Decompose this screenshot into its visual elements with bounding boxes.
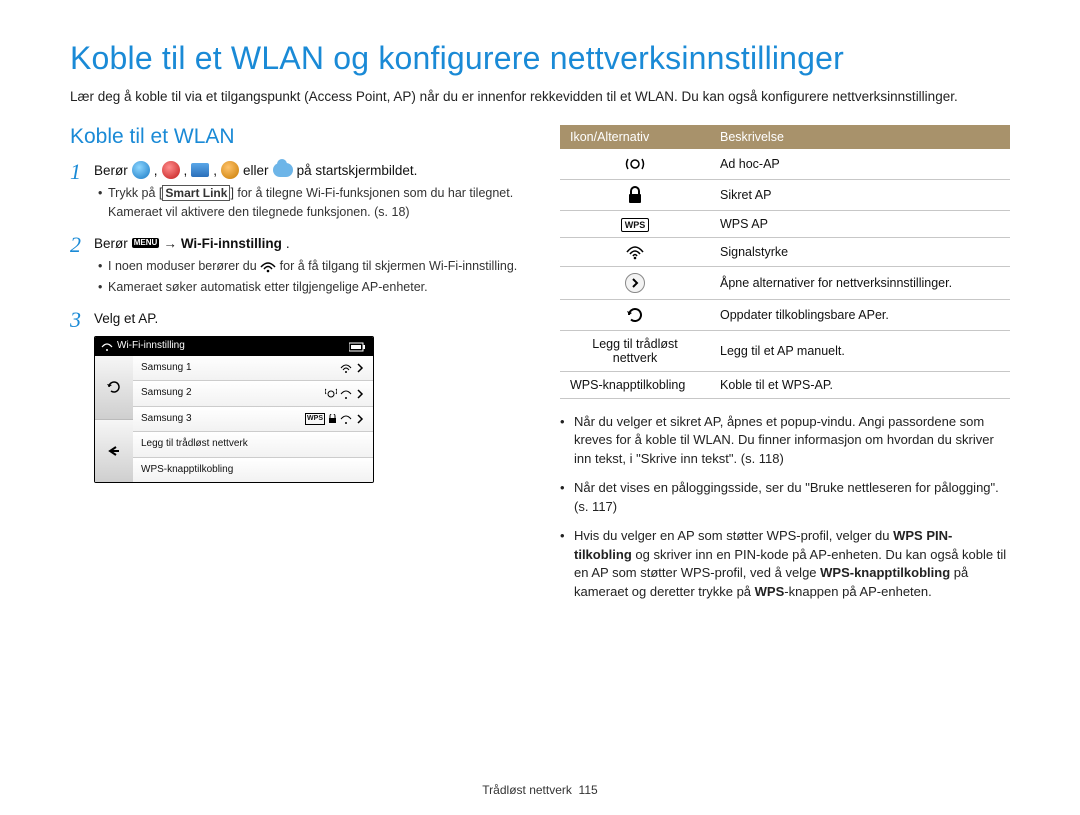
arrow: →	[163, 234, 177, 254]
table-header-desc: Beskrivelse	[710, 125, 1010, 149]
step2-text-pre: Berør	[94, 234, 128, 254]
cloud-icon	[273, 163, 293, 177]
wps-badge-icon: WPS	[621, 218, 650, 232]
step2-bullet1: I noen moduser berører du for å få tilga…	[98, 257, 520, 276]
adhoc-icon	[625, 155, 645, 173]
refresh-icon	[106, 379, 122, 395]
battery-icon	[349, 342, 367, 352]
device-screenshot: Wi-Fi-innstilling	[94, 336, 374, 483]
table-row: Åpne alternativer for nettverksinnstilli…	[560, 266, 1010, 299]
step1-bullet: Trykk på [Smart Link] for å tilegne Wi-F…	[98, 184, 520, 222]
section-subtitle: Koble til et WLAN	[70, 125, 520, 149]
wifi-icon	[260, 261, 276, 273]
step-number: 1	[70, 161, 94, 224]
step-number: 3	[70, 309, 94, 484]
ap-row[interactable]: Samsung 1	[133, 356, 373, 382]
refresh-button[interactable]	[95, 356, 133, 420]
red-circle-icon	[162, 161, 180, 179]
wps-badge-icon: WPS	[305, 413, 325, 425]
tools-icon	[221, 161, 239, 179]
wifi-icon	[340, 389, 352, 399]
chevron-right-icon	[355, 389, 365, 399]
device-title: Wi-Fi-innstilling	[117, 339, 185, 354]
chevron-right-icon	[355, 363, 365, 373]
table-header-icon: Ikon/Alternativ	[560, 125, 710, 149]
lock-icon	[328, 414, 337, 424]
table-row: WPS WPS AP	[560, 210, 1010, 237]
table-row: WPS-knapptilkobling Koble til et WPS-AP.	[560, 371, 1010, 398]
intro-text: Lær deg å koble til via et tilgangspunkt…	[70, 87, 1010, 107]
wifi-icon	[340, 414, 352, 424]
wifi-icon	[340, 363, 352, 373]
options-table: Ikon/Alternativ Beskrivelse Ad hoc-AP Si…	[560, 125, 1010, 399]
step-number: 2	[70, 234, 94, 299]
add-network-row[interactable]: Legg til trådløst nettverk	[133, 432, 373, 458]
menu-icon: MENU	[132, 238, 160, 248]
adhoc-icon	[325, 388, 337, 400]
ap-row[interactable]: Samsung 3 WPS	[133, 407, 373, 433]
step1-text-mid: eller	[243, 161, 269, 181]
table-row: Ad hoc-AP	[560, 149, 1010, 180]
info-bullet: Når det vises en påloggingsside, ser du …	[560, 479, 1010, 517]
back-button[interactable]	[95, 420, 133, 483]
wps-button-row[interactable]: WPS-knapptilkobling	[133, 458, 373, 483]
table-row: Signalstyrke	[560, 237, 1010, 266]
back-arrow-icon	[106, 444, 122, 458]
refresh-icon	[626, 306, 644, 324]
table-row: Oppdater tilkoblingsbare APer.	[560, 299, 1010, 330]
chevron-right-icon	[625, 273, 645, 293]
ap-row[interactable]: Samsung 2	[133, 381, 373, 407]
info-bullet: Hvis du velger en AP som støtter WPS-pro…	[560, 527, 1010, 602]
lock-icon	[627, 186, 643, 204]
table-row: Legg til trådløst nettverk Legg til et A…	[560, 330, 1010, 371]
flag-icon	[191, 163, 209, 177]
wifi-icon	[101, 342, 113, 352]
step1-text-post: på startskjermbildet.	[297, 161, 418, 181]
wifi-icon	[625, 244, 645, 260]
globe-icon	[132, 161, 150, 179]
info-bullet: Når du velger et sikret AP, åpnes et pop…	[560, 413, 1010, 470]
step-1: 1 Berør , , , eller på startskjermbildet…	[70, 161, 520, 224]
page-title: Koble til et WLAN og konfigurere nettver…	[70, 40, 1010, 77]
step2-bullet2: Kameraet søker automatisk etter tilgjeng…	[98, 278, 520, 297]
step-2: 2 Berør MENU → Wi-Fi-innstilling. I noen…	[70, 234, 520, 299]
step-3: 3 Velg et AP. Wi-Fi-innstilling	[70, 309, 520, 484]
page-footer: Trådløst nettverk 115	[0, 783, 1080, 797]
table-row: Sikret AP	[560, 179, 1010, 210]
step1-text-pre: Berør	[94, 161, 128, 181]
step3-text: Velg et AP.	[94, 311, 158, 326]
chevron-right-icon	[355, 414, 365, 424]
wifi-setting-label: Wi-Fi-innstilling	[181, 234, 282, 254]
